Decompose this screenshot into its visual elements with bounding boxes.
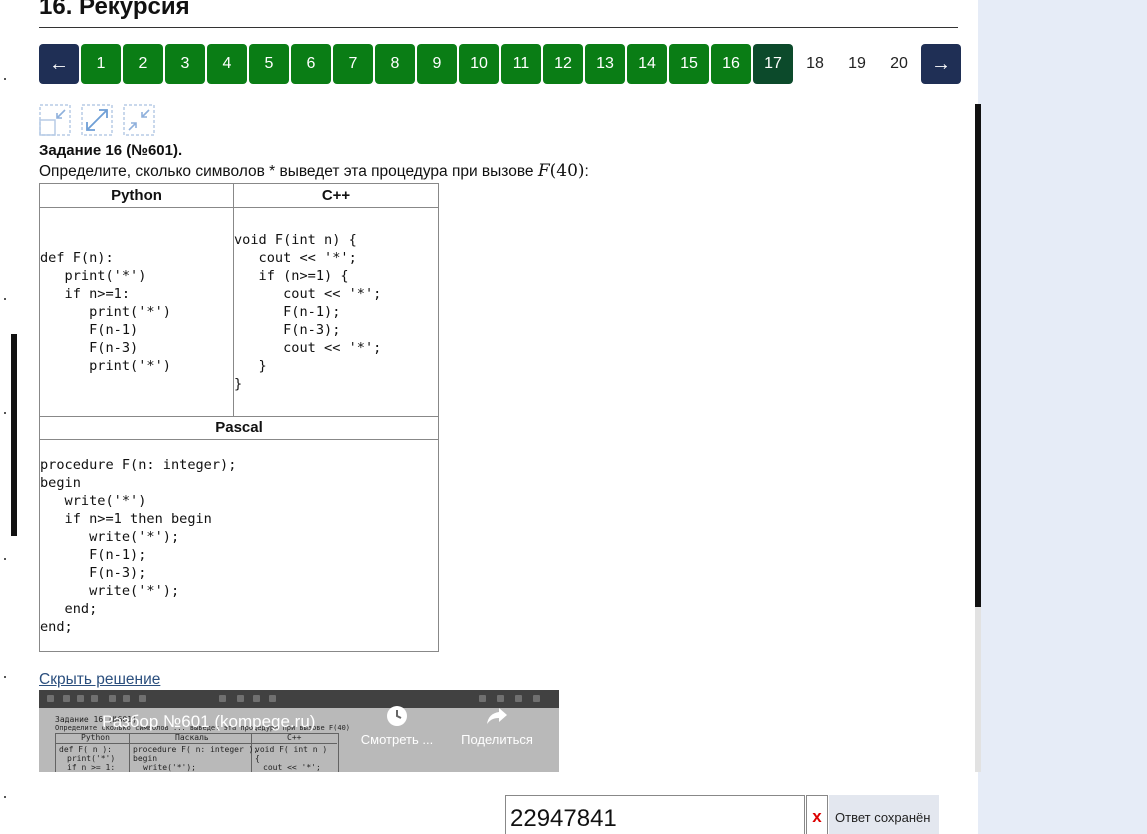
code-table: Python C++ Pascal def F(n): print('*') i… — [39, 183, 439, 652]
page-button[interactable]: 16 — [711, 44, 751, 84]
pascal-header: Pascal — [215, 419, 263, 436]
page-button[interactable]: 5 — [249, 44, 289, 84]
python-code: def F(n): print('*') if n>=1: print('*')… — [40, 250, 171, 374]
page-title: 16. Рекурсия — [39, 0, 190, 20]
header-divider — [40, 207, 438, 208]
page-button[interactable]: 10 — [459, 44, 499, 84]
python-header: Python — [111, 187, 162, 204]
page-button[interactable]: 20 — [879, 44, 919, 84]
pagination: ← 1 2 3 4 5 6 7 8 9 10 11 12 13 14 15 16… — [39, 44, 963, 84]
main-content: 16. Рекурсия ← 1 2 3 4 5 6 7 8 9 10 11 1… — [22, 0, 981, 834]
shrink-icon[interactable] — [123, 104, 155, 136]
section-divider — [40, 416, 438, 417]
page-button[interactable]: 7 — [333, 44, 373, 84]
page-button[interactable]: 18 — [795, 44, 835, 84]
solution-video[interactable]: Задание 16 (№601) Определите сколько сим… — [39, 690, 559, 772]
gutter-mark — [4, 298, 6, 300]
task-formula-arg: (40) — [549, 161, 585, 181]
page-button[interactable]: 13 — [585, 44, 625, 84]
task-formula: F(40) — [538, 161, 585, 181]
page-button[interactable]: 8 — [375, 44, 415, 84]
pascal-code: procedure F(n: integer); begin write('*'… — [40, 457, 237, 635]
current-page-button[interactable]: 17 — [753, 44, 793, 84]
hide-solution-link[interactable]: Скрыть решение — [39, 671, 160, 689]
right-side-panel — [978, 0, 1147, 834]
left-gutter — [0, 0, 22, 834]
view-toolbar — [39, 104, 165, 136]
cpp-code: void F(int n) { cout << '*'; if (n>=1) {… — [234, 232, 382, 392]
gutter-mark — [4, 558, 6, 560]
prev-page-button[interactable]: ← — [39, 44, 79, 84]
cpp-header: C++ — [321, 187, 351, 204]
gutter-mark — [4, 78, 6, 80]
answer-status: Ответ сохранён — [829, 795, 939, 834]
task-text: Определите, сколько символов * выведет э… — [39, 163, 538, 180]
header-divider — [40, 439, 438, 440]
clock-icon — [387, 706, 407, 726]
expand-icon[interactable] — [81, 104, 113, 136]
task-statement: Определите, сколько символов * выведет э… — [39, 161, 589, 181]
share-icon — [487, 708, 507, 724]
answer-input[interactable]: 22947841 — [505, 795, 805, 834]
task-formula-func: F — [537, 161, 550, 181]
task-heading: Задание 16 (№601). — [39, 142, 183, 159]
task-text-tail: : — [584, 163, 589, 180]
page-button[interactable]: 19 — [837, 44, 877, 84]
gutter-mark — [4, 412, 6, 414]
gutter-mark — [4, 676, 6, 678]
page-button[interactable]: 2 — [123, 44, 163, 84]
page-button[interactable]: 11 — [501, 44, 541, 84]
title-divider — [39, 27, 958, 28]
watch-later-button[interactable]: Смотреть ... — [352, 704, 442, 747]
next-page-button[interactable]: → — [921, 44, 961, 84]
page-button[interactable]: 15 — [669, 44, 709, 84]
page-button[interactable]: 9 — [417, 44, 457, 84]
clear-answer-button[interactable]: x — [806, 795, 828, 834]
page-button[interactable]: 4 — [207, 44, 247, 84]
gutter-mark — [4, 796, 6, 798]
page-button[interactable]: 6 — [291, 44, 331, 84]
video-title[interactable]: Разбор №601 (kompege.ru) — [102, 712, 315, 732]
gutter-scroll-indicator[interactable] — [11, 334, 17, 536]
page-button[interactable]: 12 — [543, 44, 583, 84]
page-button[interactable]: 1 — [81, 44, 121, 84]
share-button[interactable]: Поделиться — [452, 704, 542, 747]
collapse-corner-icon[interactable] — [39, 104, 71, 136]
scrollbar-thumb[interactable] — [975, 104, 981, 607]
watch-later-label: Смотреть ... — [360, 732, 434, 747]
page-button[interactable]: 14 — [627, 44, 667, 84]
share-label: Поделиться — [461, 732, 533, 747]
page-button[interactable]: 3 — [165, 44, 205, 84]
